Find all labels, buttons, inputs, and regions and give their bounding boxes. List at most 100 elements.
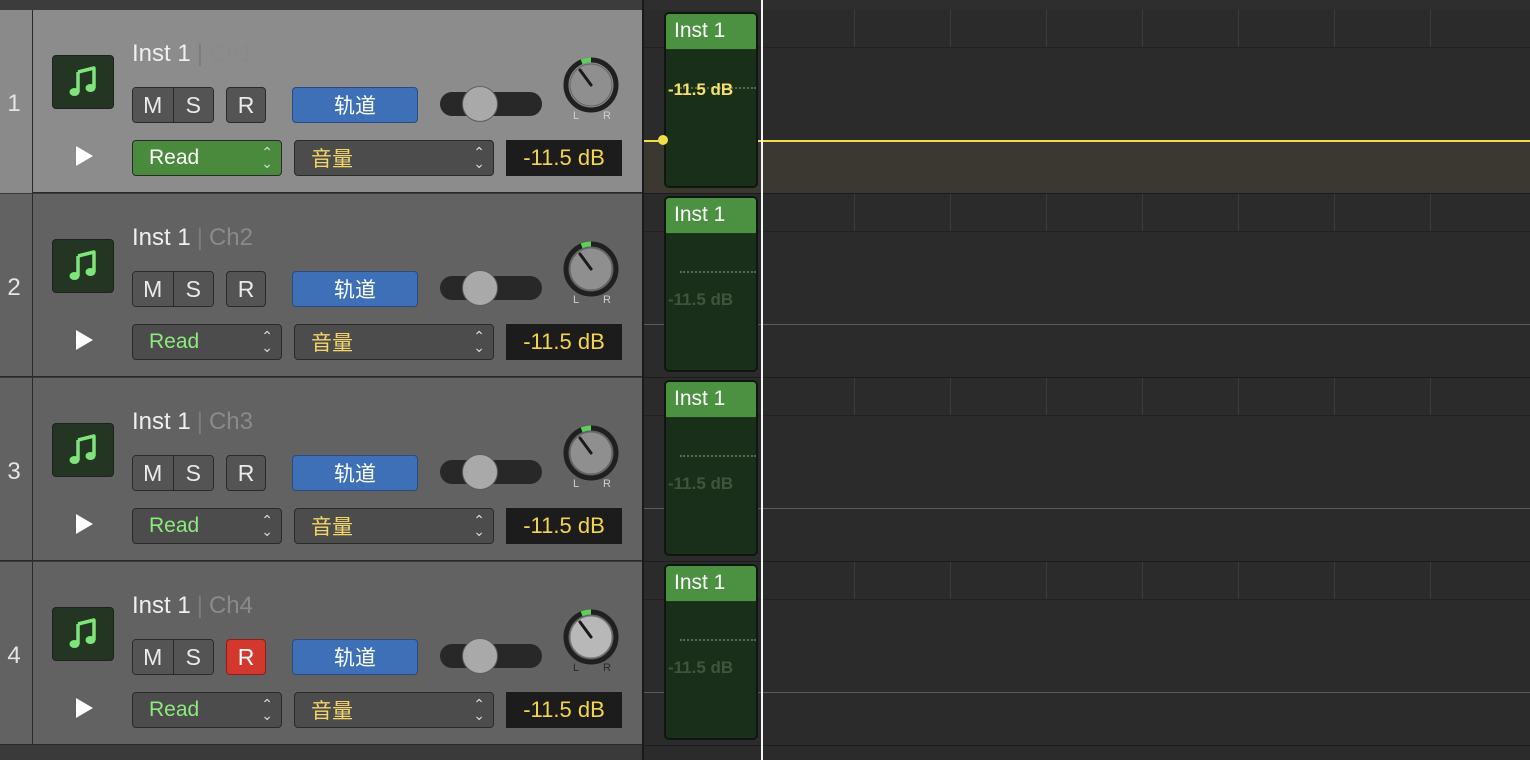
midi-region[interactable]: Inst 1 -11.5 dB bbox=[664, 196, 758, 372]
volume-readout[interactable]: -11.5 dB bbox=[506, 692, 622, 728]
automation-mode-select[interactable]: Read ⌃ ⌄ bbox=[132, 324, 282, 360]
chevron-updown-icon: ⌃ ⌄ bbox=[473, 144, 485, 171]
track-title[interactable]: Inst 1 | Ch3 bbox=[132, 408, 253, 436]
pan-knob-icon[interactable]: LR bbox=[560, 606, 622, 676]
automation-parameter-select[interactable]: 音量 ⌃ ⌄ bbox=[294, 324, 494, 360]
volume-readout[interactable]: -11.5 dB bbox=[506, 508, 622, 544]
pan-knob-icon[interactable]: LR bbox=[560, 422, 622, 492]
track-lane-4[interactable]: Inst 1 -11.5 dB bbox=[644, 562, 1530, 746]
region-automation-value: -11.5 dB bbox=[668, 474, 734, 493]
track-button[interactable]: 轨道 bbox=[292, 87, 418, 123]
track-name: Inst 1 bbox=[132, 40, 191, 67]
track-number: 1 bbox=[7, 90, 21, 117]
mute-button[interactable]: M bbox=[133, 272, 173, 306]
play-icon[interactable] bbox=[76, 330, 93, 350]
track-header-3[interactable]: 3 Inst 1 | Ch3 MS R 轨道 LR Read ⌃ ⌄ 音量 ⌃ ⌄ -11.… bbox=[0, 378, 643, 561]
grid-line bbox=[1334, 194, 1335, 231]
track-header-1[interactable]: 1 Inst 1 | Ch1 MS R 轨道 LR Read ⌃ ⌄ 音量 ⌃ ⌄ -11.… bbox=[0, 10, 643, 193]
midi-region[interactable]: Inst 1 -11.5 dB bbox=[664, 380, 758, 556]
automation-line[interactable] bbox=[644, 692, 1530, 693]
mute-button[interactable]: M bbox=[133, 640, 173, 674]
midi-region[interactable]: Inst 1 -11.5 dB bbox=[664, 564, 758, 740]
track-button[interactable]: 轨道 bbox=[292, 271, 418, 307]
volume-slider[interactable] bbox=[440, 454, 542, 490]
automation-line[interactable] bbox=[644, 508, 1530, 509]
region-title: Inst 1 bbox=[666, 198, 756, 234]
grid-line bbox=[1238, 194, 1239, 231]
grid-line bbox=[1238, 10, 1239, 47]
pan-knob-icon[interactable]: LR bbox=[560, 238, 622, 308]
record-enable-button[interactable]: R bbox=[226, 87, 266, 123]
midi-region[interactable]: Inst 1 -11.5 dB bbox=[664, 12, 758, 188]
track-header-4[interactable]: 4 Inst 1 | Ch4 MS R 轨道 LR Read ⌃ ⌄ 音量 ⌃ ⌄ -11.… bbox=[0, 562, 643, 745]
track-lane-2[interactable]: Inst 1 -11.5 dB bbox=[644, 194, 1530, 378]
track-button[interactable]: 轨道 bbox=[292, 639, 418, 675]
mute-solo-group: MS bbox=[132, 455, 214, 491]
automation-point[interactable] bbox=[658, 135, 668, 145]
grid-line bbox=[854, 10, 855, 47]
mute-button[interactable]: M bbox=[133, 456, 173, 490]
automation-mode-select[interactable]: Read ⌃ ⌄ bbox=[132, 692, 282, 728]
pan-right-label: R bbox=[603, 478, 611, 490]
track-title[interactable]: Inst 1 | Ch4 bbox=[132, 592, 253, 620]
play-icon[interactable] bbox=[76, 146, 93, 166]
playhead[interactable] bbox=[761, 0, 763, 760]
volume-slider[interactable] bbox=[440, 86, 542, 122]
volume-slider[interactable] bbox=[440, 638, 542, 674]
tracks-area[interactable]: Inst 1 -11.5 dB Inst 1 -11.5 dB Inst 1 -… bbox=[644, 10, 1530, 760]
solo-button[interactable]: S bbox=[172, 88, 213, 122]
automation-parameter-select[interactable]: 音量 ⌃ ⌄ bbox=[294, 140, 494, 176]
track-number: 2 bbox=[7, 274, 21, 301]
solo-button[interactable]: S bbox=[172, 272, 213, 306]
volume-slider-thumb[interactable] bbox=[462, 86, 498, 122]
grid-line bbox=[1142, 10, 1143, 47]
automation-line[interactable] bbox=[644, 140, 1530, 142]
record-enable-button[interactable]: R bbox=[226, 639, 266, 675]
volume-readout[interactable]: -11.5 dB bbox=[506, 324, 622, 360]
automation-mode-value: Read bbox=[149, 330, 200, 353]
music-note-icon[interactable] bbox=[52, 239, 114, 293]
lane-divider bbox=[644, 415, 1530, 416]
track-header-2[interactable]: 2 Inst 1 | Ch2 MS R 轨道 LR Read ⌃ ⌄ 音量 ⌃ ⌄ -11.… bbox=[0, 194, 643, 377]
solo-button[interactable]: S bbox=[172, 640, 213, 674]
volume-slider-thumb[interactable] bbox=[462, 638, 498, 674]
play-icon[interactable] bbox=[76, 698, 93, 718]
automation-parameter-select[interactable]: 音量 ⌃ ⌄ bbox=[294, 692, 494, 728]
grid-line bbox=[1334, 378, 1335, 415]
track-lane-1[interactable]: Inst 1 -11.5 dB bbox=[644, 10, 1530, 194]
volume-slider-thumb[interactable] bbox=[462, 454, 498, 490]
mute-solo-group: MS bbox=[132, 87, 214, 123]
region-notes bbox=[680, 639, 756, 644]
play-icon[interactable] bbox=[76, 514, 93, 534]
track-number-column: 3 bbox=[0, 378, 33, 561]
volume-slider-thumb[interactable] bbox=[462, 270, 498, 306]
music-note-icon[interactable] bbox=[52, 423, 114, 477]
music-note-icon[interactable] bbox=[52, 55, 114, 109]
solo-button[interactable]: S bbox=[172, 456, 213, 490]
automation-mode-select[interactable]: Read ⌃ ⌄ bbox=[132, 508, 282, 544]
automation-mode-select[interactable]: Read ⌃ ⌄ bbox=[132, 140, 282, 176]
grid-line bbox=[854, 562, 855, 599]
track-title[interactable]: Inst 1 | Ch1 bbox=[132, 40, 253, 68]
chevron-updown-icon: ⌃ ⌄ bbox=[261, 512, 273, 539]
automation-parameter-select[interactable]: 音量 ⌃ ⌄ bbox=[294, 508, 494, 544]
chevron-updown-icon: ⌃ ⌄ bbox=[261, 328, 273, 355]
mute-button[interactable]: M bbox=[133, 88, 173, 122]
automation-line[interactable] bbox=[644, 324, 1530, 325]
pan-knob-icon[interactable]: LR bbox=[560, 54, 622, 124]
automation-parameter-value: 音量 bbox=[311, 700, 353, 723]
record-enable-button[interactable]: R bbox=[226, 455, 266, 491]
track-button[interactable]: 轨道 bbox=[292, 455, 418, 491]
volume-slider[interactable] bbox=[440, 270, 542, 306]
track-name-separator: | bbox=[196, 224, 203, 251]
grid-line bbox=[1430, 378, 1431, 415]
volume-readout[interactable]: -11.5 dB bbox=[506, 140, 622, 176]
automation-mode-value: Read bbox=[149, 146, 200, 169]
music-note-icon[interactable] bbox=[52, 607, 114, 661]
track-name: Inst 1 bbox=[132, 592, 191, 619]
track-title[interactable]: Inst 1 | Ch2 bbox=[132, 224, 253, 252]
grid-line bbox=[950, 378, 951, 415]
record-enable-button[interactable]: R bbox=[226, 271, 266, 307]
chevron-updown-icon: ⌃ ⌄ bbox=[473, 512, 485, 539]
track-lane-3[interactable]: Inst 1 -11.5 dB bbox=[644, 378, 1530, 562]
